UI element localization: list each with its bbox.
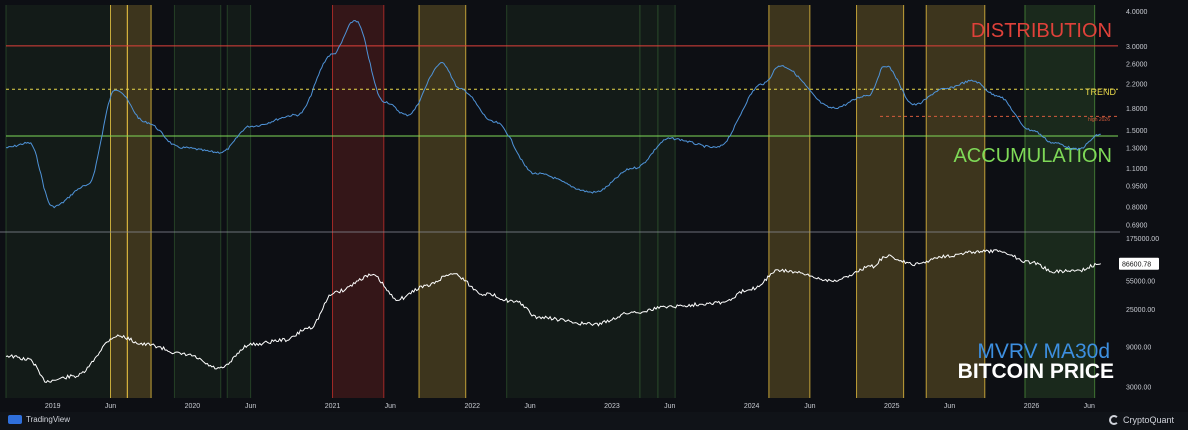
price-tick-1: 55000.00: [1126, 278, 1155, 285]
zone-8: [639, 5, 658, 398]
x-tick-5: Jun: [385, 403, 396, 410]
x-tick-2: 2020: [185, 403, 201, 410]
zone-9: [657, 5, 676, 398]
zone-1: [110, 5, 128, 398]
price-tick-4: 3000.00: [1126, 385, 1151, 392]
x-tick-10: 2024: [744, 403, 760, 410]
mvrv-tick-4: 1.8000: [1126, 106, 1148, 113]
tradingview-icon: [8, 415, 22, 424]
mvrv-tick-1: 3.0000: [1126, 44, 1148, 51]
mvrv-tick-0: 4.0000: [1126, 9, 1148, 16]
mvrv-tick-2: 2.6000: [1126, 61, 1148, 68]
zone-11: [856, 5, 904, 398]
mvrv-tick-5: 1.5000: [1126, 128, 1148, 135]
x-tick-15: Jun: [1084, 403, 1095, 410]
x-tick-4: 2021: [325, 403, 341, 410]
price-tick-0: 175000.00: [1126, 236, 1159, 243]
tradingview-logo: TradingView: [8, 415, 70, 424]
mvrv-tick-7: 1.1000: [1126, 166, 1148, 173]
last-value-label: 86600.78: [1122, 262, 1151, 269]
footer-bar: [0, 412, 1188, 430]
x-tick-9: Jun: [664, 403, 675, 410]
zone-4: [227, 5, 251, 398]
x-tick-11: Jun: [804, 403, 815, 410]
zone-0: [6, 5, 111, 398]
x-tick-0: 2019: [45, 403, 61, 410]
zone-5: [332, 5, 384, 398]
x-tick-1: Jun: [105, 403, 116, 410]
x-tick-8: 2023: [604, 403, 620, 410]
chart-svg: DISTRIBUTION TREND high 2026 ACCUMULATION 4.…: [0, 0, 1188, 412]
x-tick-7: Jun: [524, 403, 535, 410]
band-label-accumulation: ACCUMULATION: [953, 145, 1112, 167]
tradingview-label: TradingView: [26, 415, 71, 424]
band-label-distribution: DISTRIBUTION: [971, 20, 1112, 42]
chart-frame: DISTRIBUTION TREND high 2026 ACCUMULATION 4.…: [0, 0, 1188, 430]
mvrv-tick-9: 0.8000: [1126, 205, 1148, 212]
cryptoquant-icon: [1108, 415, 1119, 425]
x-tick-3: Jun: [245, 403, 256, 410]
band-label-trend: TREND: [1085, 87, 1116, 97]
zone-7: [506, 5, 640, 398]
zone-3: [174, 5, 221, 398]
mvrv-tick-10: 0.6900: [1126, 223, 1148, 230]
zone-6: [419, 5, 466, 398]
band-label-high-2026: high 2026: [1088, 117, 1110, 123]
mvrv-tick-8: 0.9500: [1126, 184, 1148, 191]
x-tick-14: 2026: [1024, 403, 1040, 410]
x-tick-6: 2022: [464, 403, 480, 410]
price-tick-2: 25000.00: [1126, 307, 1155, 314]
mvrv-tick-6: 1.3000: [1126, 146, 1148, 153]
cryptoquant-logo: CryptoQuant: [1108, 415, 1174, 425]
mvrv-tick-3: 2.2000: [1126, 82, 1148, 89]
price-tick-3: 9000.00: [1126, 344, 1151, 351]
zone-12: [926, 5, 985, 398]
x-tick-13: Jun: [944, 403, 955, 410]
x-tick-12: 2025: [884, 403, 900, 410]
zone-10: [768, 5, 810, 398]
legend-price: BITCOIN PRICE: [958, 360, 1114, 383]
cryptoquant-label: CryptoQuant: [1122, 415, 1174, 425]
